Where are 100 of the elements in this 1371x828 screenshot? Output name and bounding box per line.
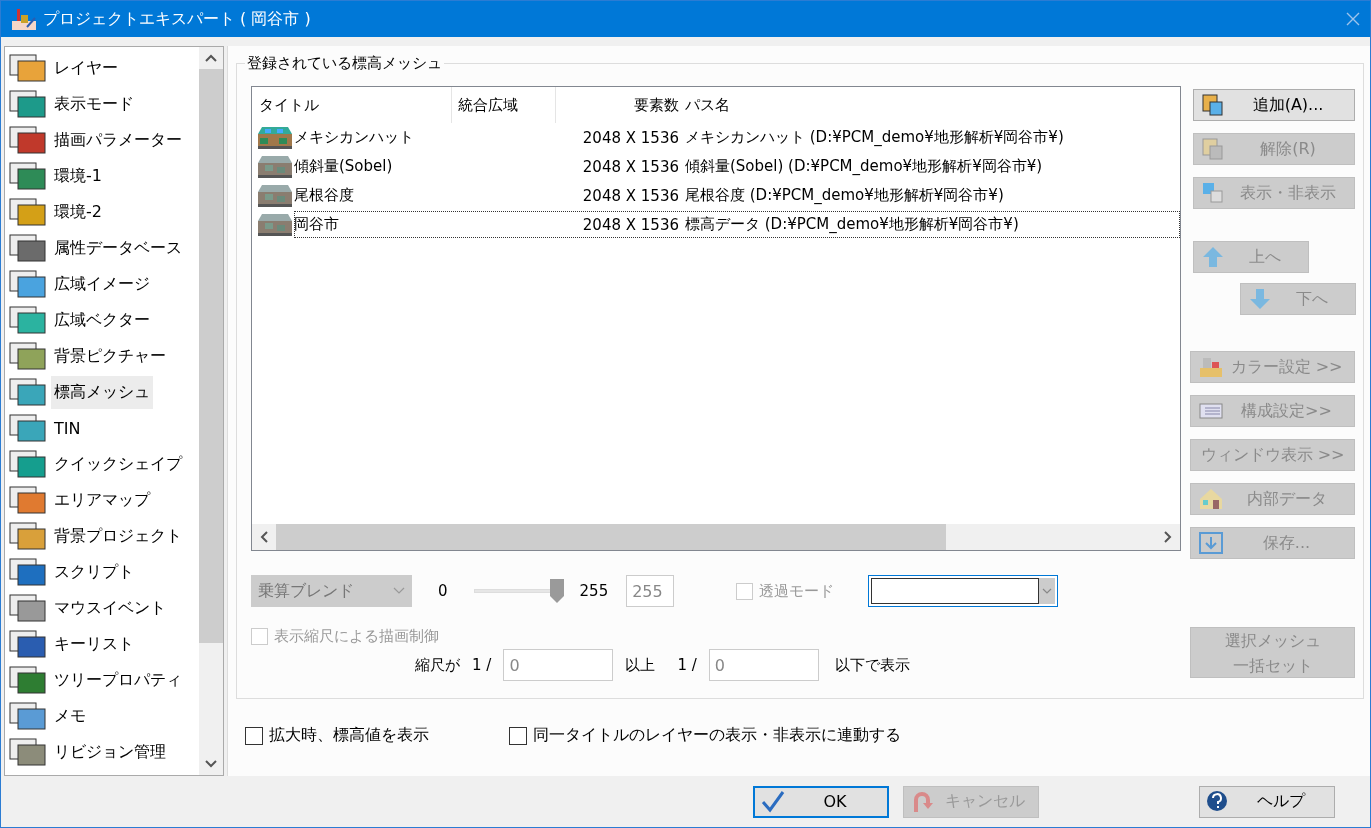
scale-label: 縮尺が: [415, 655, 460, 675]
column-header[interactable]: 要素数: [556, 95, 685, 115]
tile-icon: [9, 700, 47, 732]
slider-min: 0: [438, 582, 448, 600]
sidebar-item[interactable]: キーリスト: [51, 627, 137, 661]
tile-icon: [9, 232, 47, 264]
window-title: プロジェクトエキスパート ( 岡谷市 ): [43, 8, 312, 30]
squares-icon: [1202, 182, 1226, 204]
arrow-up-icon: [1202, 246, 1226, 268]
opacity-field[interactable]: 255: [626, 575, 675, 607]
sidebar-item[interactable]: マウスイベント: [51, 591, 169, 625]
sidebar-item[interactable]: 背景ピクチャー: [51, 339, 169, 373]
check-icon: [761, 789, 785, 814]
sidebar-item[interactable]: リビジョン管理: [51, 735, 169, 769]
sidebar-item[interactable]: 環境-1: [51, 159, 105, 193]
tile-icon: [9, 160, 47, 192]
chevron-down-icon: [393, 587, 405, 595]
tile-icon: [9, 520, 47, 552]
tile-icon: [9, 88, 47, 120]
tile-icon: [9, 124, 47, 156]
element-count: 2048 X 1536: [581, 128, 680, 147]
tile-icon: [9, 268, 47, 300]
palette-icon: [1199, 356, 1223, 378]
tile-icon: [9, 196, 47, 228]
ratio-label: 1 /: [472, 656, 492, 674]
file-path: 標高データ (D:¥PCM_demo¥地形解析¥岡谷市¥): [685, 215, 1019, 234]
sidebar-item[interactable]: 環境-2: [51, 195, 105, 229]
group-title: 登録されている標高メッシュ: [246, 54, 443, 73]
column-header[interactable]: タイトル: [252, 87, 452, 123]
scale-min-field[interactable]: 0: [503, 649, 614, 681]
sidebar-item[interactable]: 標高メッシュ: [51, 375, 153, 409]
scale-max-field[interactable]: 0: [708, 649, 819, 681]
scale-label: 以下で表示: [834, 655, 910, 675]
sidebar-item[interactable]: TIN: [51, 412, 84, 444]
column-header[interactable]: 統合広域: [452, 87, 556, 123]
documents-icon: [1202, 138, 1226, 160]
action-button[interactable]: 追加(A)...: [1193, 89, 1355, 121]
checkbox[interactable]: [245, 726, 263, 745]
sidebar-item[interactable]: 描画パラメーター: [51, 123, 185, 157]
arrow-down-icon: [1249, 288, 1273, 310]
checkbox-label: 透過モード: [759, 581, 835, 601]
chevron-down-icon: [1042, 588, 1053, 594]
color-dropdown[interactable]: [868, 575, 1059, 607]
mesh-title: 尾根谷度: [294, 186, 354, 205]
tile-icon: [9, 556, 47, 588]
tile-icon: [9, 628, 47, 660]
sidebar-item[interactable]: スクリプト: [51, 555, 137, 589]
slider-max: 255: [579, 582, 609, 600]
tile-icon: [9, 376, 47, 408]
sidebar-item[interactable]: 広域ベクター: [51, 303, 153, 337]
chevron-up-icon: [205, 54, 217, 62]
sidebar-item[interactable]: ツリープロパティ: [51, 663, 185, 697]
element-count: 2048 X 1536: [581, 186, 680, 205]
element-count: 2048 X 1536: [581, 157, 680, 176]
sidebar-item[interactable]: レイヤー: [51, 51, 121, 85]
sidebar-item[interactable]: 表示モード: [51, 87, 137, 121]
documents-icon: [1202, 94, 1226, 116]
sidebar-item[interactable]: 属性データベース: [51, 231, 185, 265]
file-path: 傾斜量(Sobel) (D:¥PCM_demo¥地形解析¥岡谷市¥): [685, 157, 1043, 176]
sidebar-item[interactable]: エリアマップ: [51, 483, 153, 517]
file-path: 尾根谷度 (D:¥PCM_demo¥地形解析¥岡谷市¥): [685, 186, 1004, 205]
slider-thumb[interactable]: [549, 579, 564, 603]
opacity-slider[interactable]: [473, 579, 564, 603]
scale-label: 以上: [625, 655, 656, 675]
sidebar-item[interactable]: メモ: [51, 699, 89, 733]
dialog-button[interactable]: OK: [753, 785, 889, 818]
sidebar-item[interactable]: クイックシェイプ: [51, 447, 185, 481]
mesh-title: メキシカンハット: [294, 128, 414, 147]
tile-icon: [9, 448, 47, 480]
scrollbar[interactable]: [252, 524, 1180, 550]
chevron-left-icon: [260, 531, 268, 543]
close-icon[interactable]: [1346, 12, 1360, 26]
tile-icon: [9, 304, 47, 336]
file-path: メキシカンハット (D:¥PCM_demo¥地形解析¥岡谷市¥): [685, 128, 1064, 147]
tile-icon: [9, 412, 47, 444]
sidebar-item[interactable]: 広域イメージ: [51, 267, 153, 301]
mesh-title: 岡谷市: [294, 215, 339, 234]
element-count: 2048 X 1536: [581, 215, 680, 234]
ratio-label: 1 /: [677, 656, 697, 674]
scrollbar[interactable]: [199, 47, 223, 775]
help-icon: [1206, 789, 1230, 814]
checkbox[interactable]: [509, 726, 527, 745]
tile-icon: [9, 52, 47, 84]
list-icon: [1199, 400, 1223, 422]
dialog-button[interactable]: ヘルプ: [1199, 785, 1335, 818]
checkbox-label: 表示縮尺による描画制御: [274, 627, 439, 646]
tile-icon: [9, 340, 47, 372]
button-label-line: 選択メッシュ: [1223, 629, 1322, 652]
chevron-right-icon: [1164, 531, 1172, 543]
tile-icon: [9, 484, 47, 516]
tile-icon: [9, 736, 47, 768]
checkbox-label: 拡大時、標高値を表示: [269, 725, 429, 746]
tile-icon: [9, 664, 47, 696]
download-icon: [1199, 532, 1223, 554]
tile-icon: [9, 592, 47, 624]
sidebar-item[interactable]: 背景プロジェクト: [51, 519, 185, 553]
column-header[interactable]: パス名: [685, 95, 730, 115]
app-icon: [11, 7, 37, 31]
chevron-down-icon: [205, 760, 217, 768]
checkbox-label: 同一タイトルのレイヤーの表示・非表示に連動する: [533, 725, 901, 746]
